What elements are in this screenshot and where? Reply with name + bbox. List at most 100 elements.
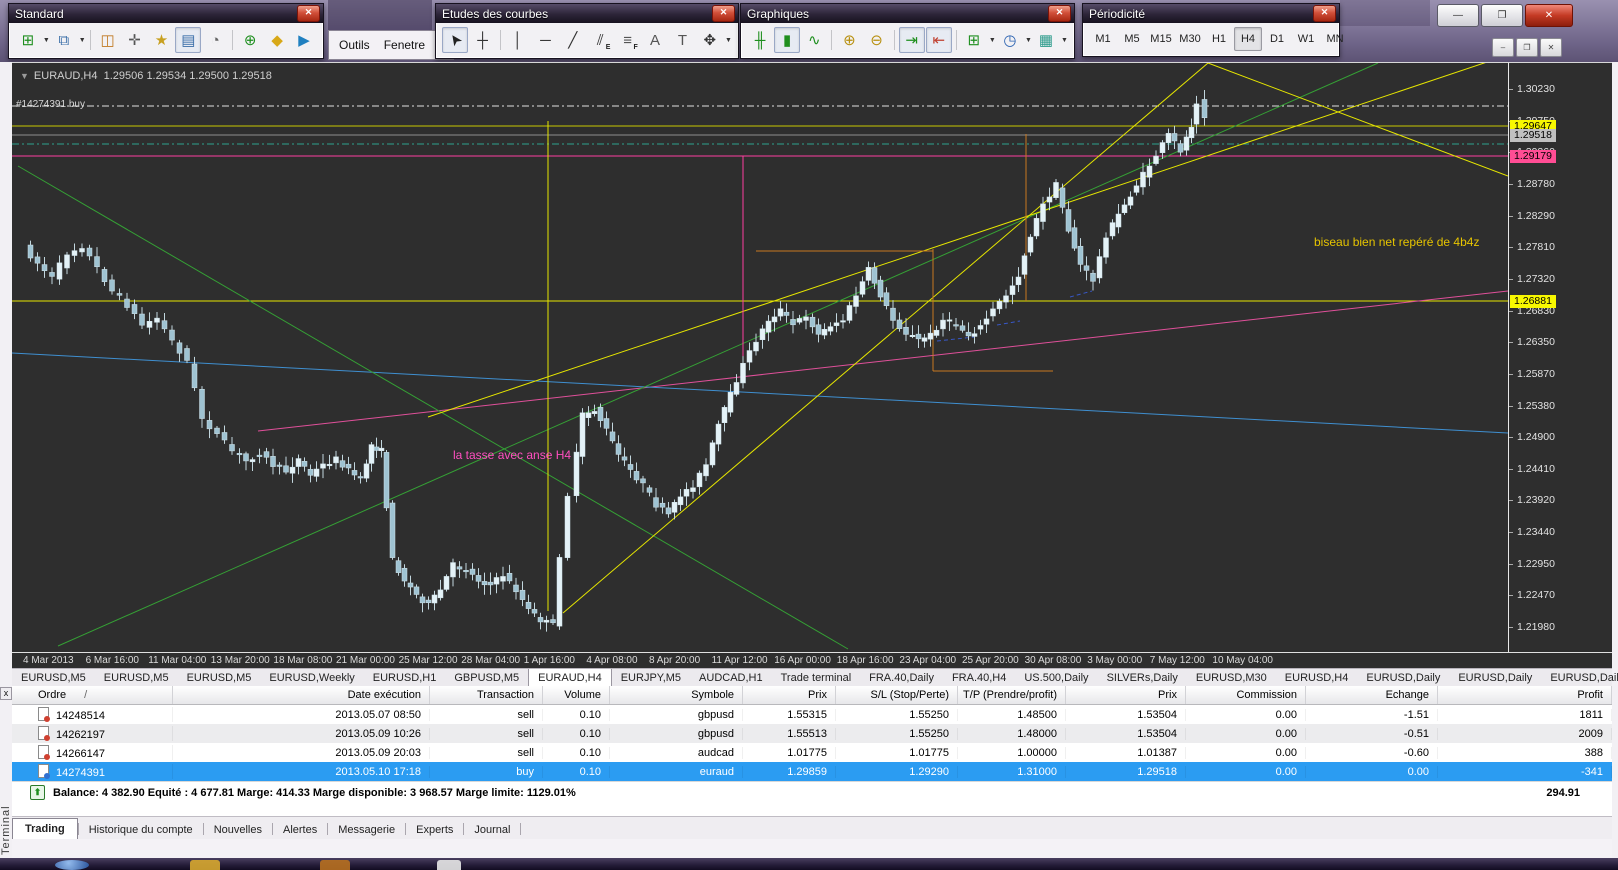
chart-tab-fra-40-daily[interactable]: FRA.40,Daily xyxy=(860,669,943,686)
line-studies-toolbar-titlebar[interactable]: Etudes des courbes ✕ xyxy=(436,4,738,23)
crosshair-icon[interactable]: ┼ xyxy=(469,27,495,53)
app-icon[interactable] xyxy=(320,860,350,870)
windows-taskbar[interactable] xyxy=(0,858,1618,870)
templates-icon[interactable]: ▦ xyxy=(1033,27,1059,53)
menu-item-outils[interactable]: Outils xyxy=(339,38,370,52)
column-header-transaction[interactable]: Transaction xyxy=(430,686,543,704)
chart-tab-silvers-daily[interactable]: SILVERs,Daily xyxy=(1098,669,1187,686)
chart-tab-eurusd-daily[interactable]: EURUSD,Daily xyxy=(1449,669,1541,686)
timeframe-button-d1[interactable]: D1 xyxy=(1263,27,1291,51)
chart-tab-eurusd-m5[interactable]: EURUSD,M5 xyxy=(12,669,95,686)
terminal-tab-journal[interactable]: Journal xyxy=(464,821,520,839)
auto-scroll-icon[interactable]: ⇤ xyxy=(926,27,952,53)
close-icon[interactable]: ✕ xyxy=(1048,5,1071,22)
order-row[interactable]: 142485142013.05.07 08:50sell0.10gbpusd1.… xyxy=(12,705,1612,724)
strategy-tester-icon[interactable]: ◔ xyxy=(202,27,228,53)
favorites-icon[interactable]: ★ xyxy=(149,27,175,53)
column-header-ordre[interactable]: Ordre/ xyxy=(12,686,173,704)
dropdown-arrow-icon[interactable]: ▼ xyxy=(1025,37,1032,44)
column-header-s-l-stop-perte-[interactable]: S/L (Stop/Perte) xyxy=(836,686,958,704)
horizontal-line-icon[interactable]: ─ xyxy=(532,27,558,53)
text-icon[interactable]: A xyxy=(642,27,668,53)
chart-plot-area[interactable]: ▼EURAUD,H4 1.29506 1.29534 1.29500 1.295… xyxy=(12,62,1508,652)
arrows-icon[interactable]: ✥ xyxy=(697,27,723,53)
dropdown-arrow-icon[interactable]: ▼ xyxy=(725,37,732,44)
metaeditor-icon[interactable]: ◆ xyxy=(264,27,290,53)
chart-tab-us-500-daily[interactable]: US.500,Daily xyxy=(1015,669,1097,686)
close-icon[interactable]: ✕ xyxy=(1313,5,1336,22)
chart-tab-eurjpy-m5[interactable]: EURJPY,M5 xyxy=(612,669,690,686)
chart-shift-icon[interactable]: ⇥ xyxy=(899,27,925,53)
terminal-tab-experts[interactable]: Experts xyxy=(406,821,463,839)
dropdown-arrow-icon[interactable]: ▼ xyxy=(1061,37,1068,44)
column-header-symbole[interactable]: Symbole xyxy=(610,686,743,704)
document-icon[interactable] xyxy=(437,860,461,870)
column-header-profit[interactable]: Profit xyxy=(1438,686,1612,704)
child-minimize-button[interactable]: – xyxy=(1492,38,1514,57)
line-chart-icon[interactable]: ∿ xyxy=(801,27,827,53)
autotrading-icon[interactable]: ▶ xyxy=(291,27,317,53)
minimize-button[interactable]: — xyxy=(1437,4,1479,27)
zoom-out-icon[interactable]: ⊖ xyxy=(863,27,889,53)
zoom-in-icon[interactable]: ⊕ xyxy=(836,27,862,53)
charts-toolbar-titlebar[interactable]: Graphiques ✕ xyxy=(741,4,1074,23)
chart-tab-eurusd-h1[interactable]: EURUSD,H1 xyxy=(364,669,446,686)
data-window-icon[interactable]: ▤ xyxy=(175,27,201,53)
vertical-line-icon[interactable]: │ xyxy=(505,27,531,53)
chart-tab-eurusd-daily[interactable]: EURUSD,Daily xyxy=(1541,669,1618,686)
price-axis[interactable]: 1.302301.297501.292601.287801.282901.278… xyxy=(1508,62,1612,652)
column-header-prix[interactable]: Prix xyxy=(743,686,836,704)
cursor-icon[interactable]: ➤ xyxy=(442,27,468,53)
navigator-icon[interactable]: ✛ xyxy=(122,27,148,53)
timeframe-button-m5[interactable]: M5 xyxy=(1118,27,1146,51)
periods-icon[interactable]: ◷ xyxy=(997,27,1023,53)
terminal-tab-trading[interactable]: Trading xyxy=(12,818,78,839)
chevron-down-icon[interactable]: ▼ xyxy=(20,71,29,81)
new-order-icon[interactable]: ⊕ xyxy=(237,27,263,53)
child-close-button[interactable]: ✕ xyxy=(1540,38,1562,57)
chart-tab-eurusd-m30[interactable]: EURUSD,M30 xyxy=(1187,669,1276,686)
timeframe-button-h4[interactable]: H4 xyxy=(1234,27,1262,51)
trendline-icon[interactable]: ╱ xyxy=(560,27,586,53)
maximize-button[interactable]: ❐ xyxy=(1481,4,1523,27)
time-axis[interactable]: 4 Mar 20136 Mar 16:0011 Mar 04:0013 Mar … xyxy=(12,652,1612,668)
column-header-prix[interactable]: Prix xyxy=(1066,686,1186,704)
start-orb[interactable] xyxy=(55,860,89,870)
terminal-tab-historique-du-compte[interactable]: Historique du compte xyxy=(79,821,203,839)
order-row[interactable]: 142621972013.05.09 10:26sell0.10gbpusd1.… xyxy=(12,724,1612,743)
column-header-t-p-prendre-profit-[interactable]: T/P (Prendre/profit) xyxy=(958,686,1066,704)
chart-tab-euraud-h4[interactable]: EURAUD,H4 xyxy=(528,669,612,686)
terminal-tab-alertes[interactable]: Alertes xyxy=(273,821,327,839)
child-restore-button[interactable]: ❐ xyxy=(1516,38,1538,57)
chart-tab-gbpusd-m5[interactable]: GBPUSD,M5 xyxy=(445,669,528,686)
close-icon[interactable]: ✕ xyxy=(297,5,320,22)
market-watch-icon[interactable]: ◫ xyxy=(95,27,121,53)
menu-item-fenetre[interactable]: Fenetre xyxy=(384,38,425,52)
dropdown-arrow-icon[interactable]: ▼ xyxy=(43,37,50,44)
standard-toolbar-titlebar[interactable]: Standard ✕ xyxy=(9,4,323,23)
terminal-tab-messagerie[interactable]: Messagerie xyxy=(328,821,405,839)
timeframe-button-w1[interactable]: W1 xyxy=(1292,27,1320,51)
chart-tab-fra-40-h4[interactable]: FRA.40,H4 xyxy=(943,669,1015,686)
folder-icon[interactable] xyxy=(190,860,220,870)
timeframe-button-m15[interactable]: M15 xyxy=(1147,27,1175,51)
column-header-echange[interactable]: Echange xyxy=(1306,686,1438,704)
chart-tab-eurusd-daily[interactable]: EURUSD,Daily xyxy=(1357,669,1449,686)
equidistant-channel-icon[interactable]: ⫽E xyxy=(587,27,613,53)
chart-tab-eurusd-weekly[interactable]: EURUSD,Weekly xyxy=(260,669,363,686)
dropdown-arrow-icon[interactable]: ▼ xyxy=(79,37,86,44)
column-header-commission[interactable]: Commission xyxy=(1186,686,1306,704)
periodicity-toolbar-titlebar[interactable]: Périodicité ✕ xyxy=(1083,4,1339,23)
chart-tab-audcad-h1[interactable]: AUDCAD,H1 xyxy=(690,669,772,686)
fibonacci-retracement-icon[interactable]: ≡F xyxy=(614,27,640,53)
order-row[interactable]: 142661472013.05.09 20:03sell0.10audcad1.… xyxy=(12,743,1612,762)
chart-tab-eurusd-m5[interactable]: EURUSD,M5 xyxy=(95,669,178,686)
timeframe-button-h1[interactable]: H1 xyxy=(1205,27,1233,51)
column-header-date-ex-cution[interactable]: Date exécution xyxy=(173,686,430,704)
chart-tab-eurusd-h4[interactable]: EURUSD,H4 xyxy=(1276,669,1358,686)
close-button[interactable]: ✕ xyxy=(1525,4,1573,27)
chart-tab-eurusd-m5[interactable]: EURUSD,M5 xyxy=(178,669,261,686)
text-label-icon[interactable]: T xyxy=(669,27,695,53)
indicators-icon[interactable]: ⊞ xyxy=(961,27,987,53)
timeframe-button-m30[interactable]: M30 xyxy=(1176,27,1204,51)
